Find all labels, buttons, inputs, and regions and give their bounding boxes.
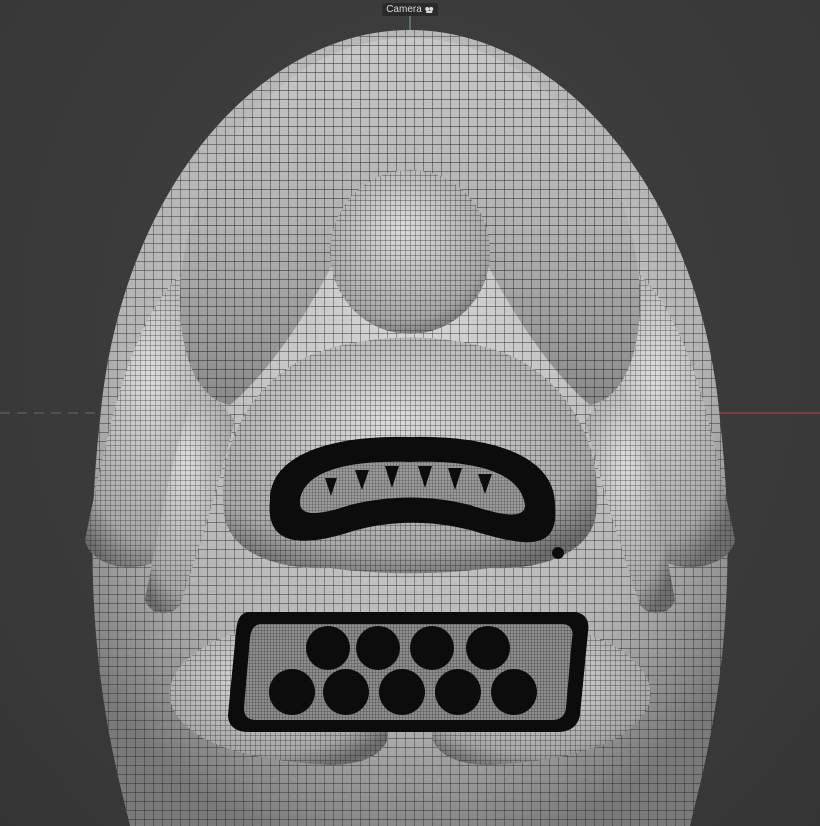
camera-icon bbox=[424, 6, 433, 13]
3d-viewport[interactable]: Camera bbox=[0, 0, 820, 826]
camera-label[interactable]: Camera bbox=[382, 3, 438, 16]
camera-label-text: Camera bbox=[386, 4, 422, 15]
inner-lump-mesh bbox=[330, 170, 490, 334]
tray-mesh bbox=[228, 612, 589, 732]
wireframe-model[interactable] bbox=[0, 0, 820, 826]
